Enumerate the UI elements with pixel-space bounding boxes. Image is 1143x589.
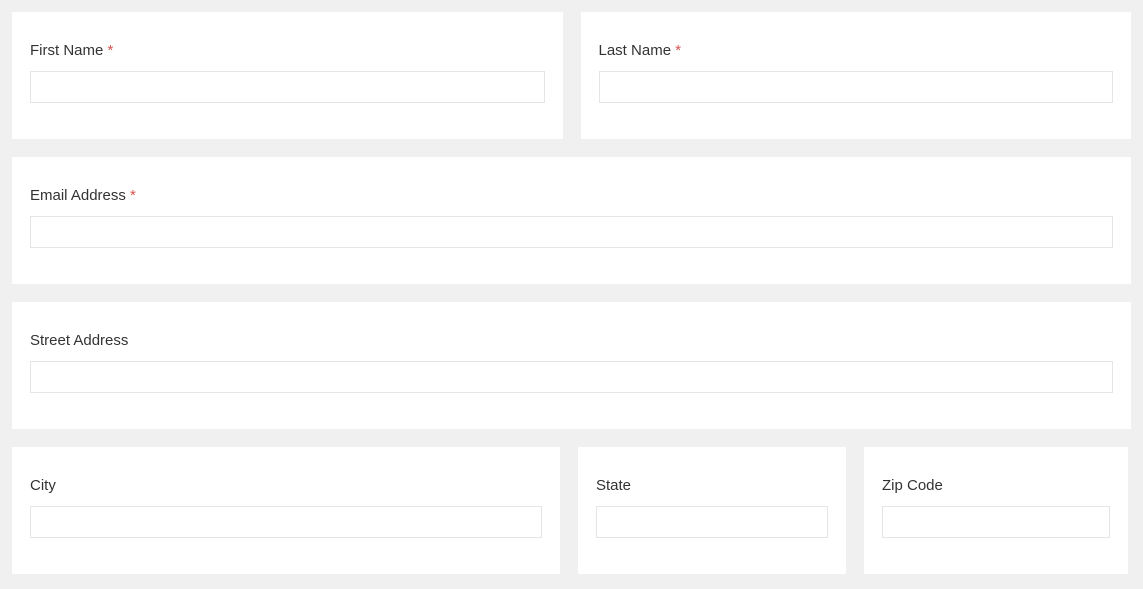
required-marker: * — [130, 187, 136, 204]
last-name-card: Last Name * — [581, 12, 1132, 139]
state-label: State — [596, 477, 828, 494]
last-name-label: Last Name * — [599, 42, 1114, 59]
email-label: Email Address * — [30, 187, 1113, 204]
street-card: Street Address — [12, 302, 1131, 429]
state-card: State — [578, 447, 846, 574]
first-name-card: First Name * — [12, 12, 563, 139]
city-card: City — [12, 447, 560, 574]
street-input[interactable] — [30, 361, 1113, 393]
first-name-label: First Name * — [30, 42, 545, 59]
required-marker: * — [108, 42, 114, 59]
state-input[interactable] — [596, 506, 828, 538]
email-input[interactable] — [30, 216, 1113, 248]
city-input[interactable] — [30, 506, 542, 538]
required-marker: * — [675, 42, 681, 59]
zip-card: Zip Code — [864, 447, 1128, 574]
last-name-input[interactable] — [599, 71, 1114, 103]
zip-input[interactable] — [882, 506, 1110, 538]
city-label: City — [30, 477, 542, 494]
first-name-input[interactable] — [30, 71, 545, 103]
zip-label: Zip Code — [882, 477, 1110, 494]
street-label: Street Address — [30, 332, 1113, 349]
email-card: Email Address * — [12, 157, 1131, 284]
